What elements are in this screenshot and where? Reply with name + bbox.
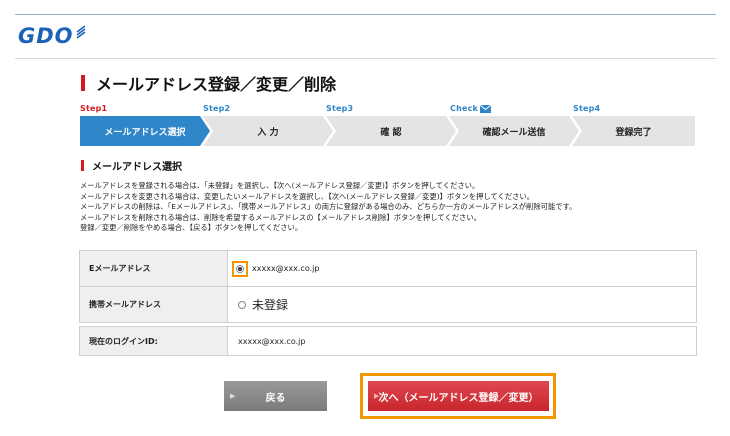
section-title-text: メールアドレス選択 xyxy=(92,162,182,173)
email-selection-table: Eメールアドレス xxxxx@xxx.co.jp 携帯メールアドレス 未登録 xyxy=(79,250,697,323)
instruction-line: メールアドレスの削除は、「Eメールアドレス」、「携帯メールアドレス」の両方に登録… xyxy=(80,202,577,212)
mail-icon xyxy=(480,104,492,113)
back-button[interactable]: ▶ 戻る xyxy=(224,381,327,411)
step3-chevron: 確 認 xyxy=(326,116,456,146)
instruction-line: 登録／変更／削除をやめる場合、【戻る】ボタンを押してください。 xyxy=(80,223,303,233)
check-chevron: 確認メール送信 xyxy=(449,116,579,146)
login-id-label: 現在のログインID: xyxy=(80,327,228,355)
back-arrow-icon: ▶ xyxy=(230,392,236,400)
login-id-value: xxxxx@xxx.co.jp xyxy=(238,336,306,346)
instructions: メールアドレスを登録される場合は、「未登録」を選択し、【次へ(メールアドレス登録… xyxy=(80,181,710,234)
logo-text: GDO xyxy=(18,24,74,48)
instruction-line: メールアドレスを削除される場合は、削除を希望するメールアドレスの【メールアドレス… xyxy=(80,212,481,222)
next-button[interactable]: ▶ 次へ（メールアドレス登録／変更） xyxy=(368,381,549,411)
next-arrow-icon: ▶ xyxy=(374,392,380,400)
step1-name: メールアドレス選択 xyxy=(104,127,186,138)
step2-name: 入 力 xyxy=(257,127,279,138)
email-value-cell: xxxxx@xxx.co.jp xyxy=(228,251,696,286)
next-button-label: 次へ（メールアドレス登録／変更） xyxy=(378,392,539,404)
instruction-line: メールアドレスを変更される場合は、変更したいメールアドレスを選択し、【次へ(メー… xyxy=(80,191,535,201)
step4-chevron: 登録完了 xyxy=(572,116,695,146)
email-radio[interactable] xyxy=(236,264,244,273)
top-border xyxy=(15,14,716,15)
mobile-value-cell: 未登録 xyxy=(228,287,696,322)
logo-mark-icon xyxy=(76,25,86,39)
email-radio-highlight xyxy=(232,260,248,277)
back-button-label: 戻る xyxy=(265,392,286,404)
login-id-table: 現在のログインID: xxxxx@xxx.co.jp xyxy=(79,326,697,356)
page-title: メールアドレス登録／変更／削除 xyxy=(81,72,336,94)
check-label: Check xyxy=(450,104,492,113)
step4-label: Step4 xyxy=(573,104,601,113)
email-value: xxxxx@xxx.co.jp xyxy=(252,264,320,273)
mobile-radio[interactable] xyxy=(238,300,246,309)
step4-name: 登録完了 xyxy=(615,127,652,138)
gdo-logo[interactable]: GDO xyxy=(18,24,86,48)
email-row: Eメールアドレス xxxxx@xxx.co.jp xyxy=(80,251,696,286)
page-title-text: メールアドレス登録／変更／削除 xyxy=(96,75,337,94)
step3-label: Step3 xyxy=(326,104,354,113)
section-title: メールアドレス選択 xyxy=(81,158,182,173)
step-indicator: Step1 Step2 Step3 Check Step4 メールアドレス選択 … xyxy=(80,104,700,146)
mobile-value: 未登録 xyxy=(252,298,289,312)
instruction-line: メールアドレスを登録される場合は、「未登録」を選択し、【次へ(メールアドレス登録… xyxy=(80,181,480,190)
email-label: Eメールアドレス xyxy=(80,251,228,286)
step2-label: Step2 xyxy=(203,104,231,113)
check-name: 確認メール送信 xyxy=(482,127,546,138)
step1-label: Step1 xyxy=(80,104,108,113)
header-divider xyxy=(15,58,716,59)
title-accent-bar xyxy=(81,75,85,91)
mobile-row: 携帯メールアドレス 未登録 xyxy=(80,286,696,322)
step1-chevron: メールアドレス選択 xyxy=(80,116,210,146)
check-label-text: Check xyxy=(450,104,479,113)
section-accent-bar xyxy=(81,160,84,171)
step3-name: 確 認 xyxy=(380,127,402,138)
step2-chevron: 入 力 xyxy=(203,116,333,146)
mobile-label: 携帯メールアドレス xyxy=(80,287,228,322)
